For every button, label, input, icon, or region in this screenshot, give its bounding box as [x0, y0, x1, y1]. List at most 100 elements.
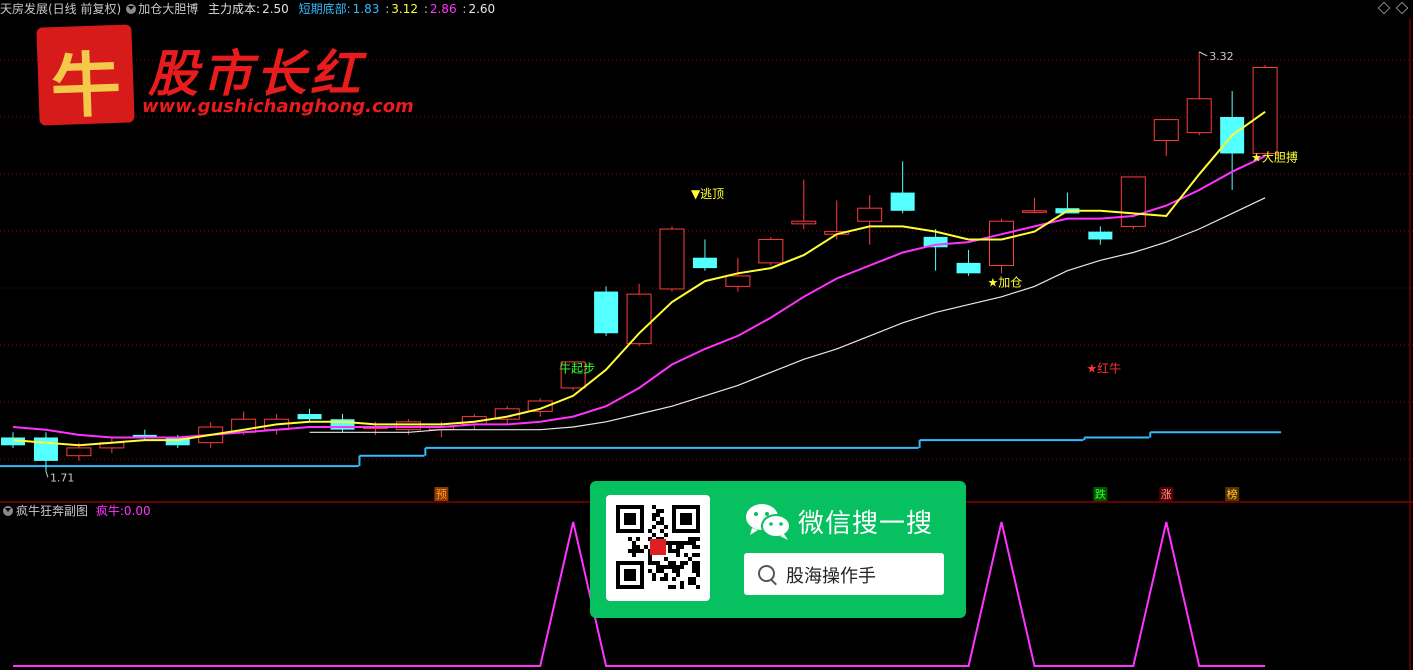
candle-body	[1186, 98, 1212, 134]
qr-module	[668, 565, 672, 569]
qr-module	[660, 517, 664, 521]
candle-body	[297, 414, 322, 420]
qr-module	[692, 581, 696, 585]
qr-module	[636, 549, 640, 553]
qr-code	[606, 495, 710, 601]
qr-module	[684, 541, 688, 545]
qr-module	[692, 541, 696, 545]
qr-module	[628, 537, 632, 541]
qr-module	[672, 577, 676, 581]
qr-module	[676, 569, 680, 573]
candle-body	[395, 421, 421, 431]
qr-module	[692, 569, 696, 573]
qr-module	[680, 561, 684, 565]
candle-body	[659, 228, 685, 290]
qr-module	[636, 537, 640, 541]
qr-module	[688, 557, 692, 561]
qr-module	[696, 545, 700, 549]
qr-module	[656, 569, 660, 573]
stock-name[interactable]: 天房发展(日线 前复权)	[0, 2, 121, 16]
logo-char: 牛	[49, 42, 123, 129]
qr-module	[660, 569, 664, 573]
qr-module	[692, 561, 696, 565]
qr-module	[668, 545, 672, 549]
qr-module	[680, 565, 684, 569]
sub-dropdown-icon[interactable]	[3, 506, 13, 516]
qr-module	[624, 569, 636, 581]
wechat-banner[interactable]: 微信搜一搜 股海操作手	[590, 481, 966, 618]
signal-tag: 榜	[1227, 487, 1238, 501]
qr-module	[692, 565, 696, 569]
qr-module	[652, 505, 656, 509]
candle-body	[692, 257, 717, 269]
signal-annotation: ★加仓	[988, 275, 1023, 289]
search-icon	[758, 565, 775, 582]
qr-module	[688, 541, 692, 545]
qr-module	[652, 577, 656, 581]
indicator-dropdown-icon[interactable]	[126, 4, 137, 14]
qr-module	[660, 521, 664, 525]
header-value-4: 2.60	[468, 2, 496, 16]
qr-module	[692, 545, 696, 549]
candle-body	[66, 447, 92, 457]
qr-module	[676, 553, 680, 557]
qr-module	[672, 561, 676, 565]
candle-body	[594, 291, 619, 334]
watermark-url: www.gushichanghong.com	[142, 96, 414, 117]
qr-module	[660, 565, 664, 569]
qr-module	[676, 549, 680, 553]
qr-module	[688, 537, 692, 541]
indicator-name[interactable]: 加仓大胆博	[138, 2, 198, 16]
qr-module	[672, 549, 676, 553]
qr-module	[676, 565, 680, 569]
qr-module	[688, 581, 692, 585]
qr-module	[640, 549, 644, 553]
qr-module	[652, 525, 656, 529]
qr-module	[684, 561, 688, 565]
qr-module	[652, 513, 656, 517]
qr-module	[664, 557, 668, 561]
candle-body	[857, 207, 883, 222]
sub-panel-name[interactable]: 疯牛狂奔副图	[16, 504, 88, 518]
qr-code-graphic	[616, 505, 700, 589]
qr-module	[652, 533, 656, 537]
qr-module	[696, 553, 700, 557]
candle-body	[1153, 119, 1179, 141]
corner-diamond-icon	[1395, 1, 1409, 15]
qr-module	[636, 545, 640, 549]
qr-module	[680, 545, 684, 549]
qr-module	[656, 513, 660, 517]
qr-module	[696, 565, 700, 569]
qr-module	[680, 585, 684, 589]
wechat-icon	[746, 504, 791, 540]
wechat-search-query: 股海操作手	[786, 566, 876, 587]
qr-module	[628, 549, 632, 553]
wechat-search-box[interactable]: 股海操作手	[744, 553, 944, 595]
header-value-3: 2.86	[429, 2, 457, 16]
candle-body	[890, 192, 915, 211]
qr-module	[692, 537, 696, 541]
signal-tag: 涨	[1161, 488, 1172, 501]
qr-module	[648, 529, 652, 533]
qr-module	[672, 541, 676, 545]
ma-fast-line	[12, 110, 1266, 447]
header-value-2: 3.12	[391, 2, 418, 16]
qr-module	[660, 577, 664, 581]
candle-body	[1252, 67, 1278, 154]
qr-module	[692, 553, 696, 557]
candle-body	[1088, 231, 1113, 240]
candle-body	[626, 293, 652, 345]
candle-body	[956, 262, 981, 274]
qr-module	[668, 585, 672, 589]
candle-body	[33, 437, 58, 461]
qr-module	[632, 553, 636, 557]
qr-module	[676, 545, 680, 549]
signal-tag: 跌	[1095, 487, 1106, 501]
main-cost-label: 主力成本:	[208, 2, 261, 16]
qr-module	[648, 557, 652, 561]
price-marker-line	[45, 471, 49, 478]
qr-module	[696, 573, 700, 577]
qr-module	[652, 561, 656, 565]
qr-module	[672, 565, 676, 569]
header-sep-1: :	[385, 2, 390, 16]
